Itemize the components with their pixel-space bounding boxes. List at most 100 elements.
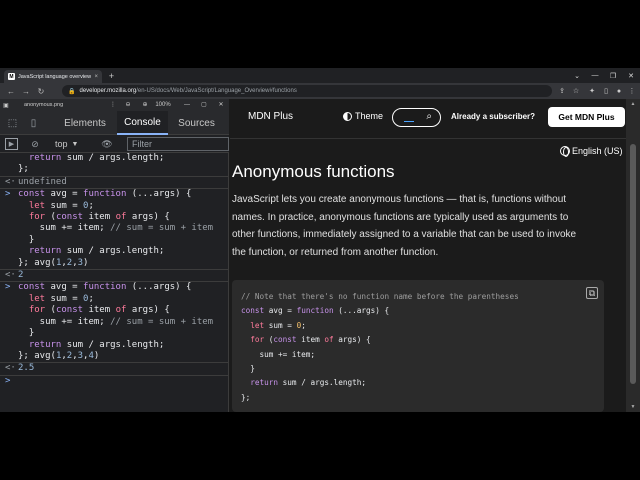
console-text: } (18, 234, 35, 245)
prompt-arrow-icon: > (5, 282, 11, 293)
inspect-element-icon[interactable]: ⬚ (6, 117, 19, 130)
console-line: }; (0, 164, 229, 175)
browser-tab[interactable]: M JavaScript language overview - J × (4, 70, 102, 83)
devtools-maximize-button[interactable]: ▢ (197, 99, 211, 111)
console-text: }; avg(1,2,3,4) (18, 350, 100, 361)
console-text: let sum = 0; (28, 293, 94, 304)
scrollbar-thumb[interactable] (630, 144, 636, 384)
context-label: top (55, 139, 68, 149)
code-line: sum += item; (241, 349, 316, 359)
console-line: } (0, 235, 229, 246)
console-prompt[interactable]: > (0, 374, 229, 386)
result-arrow-icon: <· (5, 176, 16, 187)
bookmark-star-icon[interactable]: ☆ (570, 85, 582, 97)
console-filter-input[interactable] (127, 137, 229, 151)
console-text: }; (18, 164, 29, 175)
zoom-out-icon[interactable]: ⊖ (121, 99, 135, 111)
context-selector[interactable]: top ▼ (55, 138, 92, 150)
dropdown-arrow-icon: ▼ (71, 140, 79, 148)
console-text: return sum / args.length; (28, 246, 165, 257)
console-text: sum += item; // sum = sum + item (18, 316, 214, 327)
search-icon: ⌕ (426, 111, 432, 122)
console-result: <· 2.5 (0, 362, 229, 374)
console-text: for (const item of args) { (28, 212, 170, 223)
tab-title: JavaScript language overview - J (18, 73, 92, 80)
console-result: <· 2 (0, 269, 229, 281)
console-line: > const avg = function (...args) { (0, 188, 229, 200)
console-text: sum += item; // sum = sum + item (18, 223, 214, 234)
code-line: const avg = function (...args) { (241, 306, 390, 316)
console-line: }; avg(1,2,3,4) (0, 351, 229, 362)
console-line: for (const item of args) { (0, 212, 229, 223)
mdn-page: MDN Plus Theme ⌕ Already a subscriber? G… (230, 99, 626, 412)
minimize-button[interactable]: — (586, 68, 604, 83)
console-line: } (0, 328, 229, 339)
console-text: return sum / args.length; (28, 153, 165, 163)
tab-sources[interactable]: Sources (168, 111, 225, 135)
browser-menu-icon[interactable]: ⋮ (626, 85, 638, 97)
code-line: }; (241, 392, 251, 402)
more-options-icon[interactable]: ⋮ (106, 99, 120, 111)
result-arrow-icon: <· (5, 363, 16, 374)
console-output[interactable]: return sum / args.length;}; <· undefined > c… (0, 153, 229, 412)
sidebar-icon[interactable]: ▯ (600, 85, 612, 97)
mdn-plus-link[interactable]: MDN Plus (248, 111, 293, 122)
mdn-header: MDN Plus Theme ⌕ Already a subscriber? G… (230, 99, 626, 139)
code-line: return sum / args.length; (250, 378, 366, 388)
tab-close-icon[interactable]: × (94, 74, 98, 80)
profile-icon[interactable]: ● (613, 85, 625, 97)
zoom-in-icon[interactable]: ⊕ (138, 99, 152, 111)
console-line: return sum / args.length; (0, 246, 229, 257)
url-path: /en-US/docs/Web/JavaScript/Language_Over… (136, 88, 297, 94)
tab-elements[interactable]: Elements (53, 111, 117, 135)
theme-switcher[interactable]: Theme (343, 111, 383, 121)
browser-window: M JavaScript language overview - J × + ⌄… (0, 68, 640, 412)
console-text: 2 (18, 270, 24, 281)
console-result: <· undefined (0, 175, 229, 188)
page-scrollbar[interactable]: ▲ ▼ (626, 99, 640, 412)
scroll-up-icon[interactable]: ▲ (626, 99, 640, 109)
device-toolbar-icon[interactable]: ▯ (27, 117, 40, 130)
devtools-tabbar: ⬚ ▯ Elements Console Sources (0, 111, 229, 135)
restore-button[interactable]: ❐ (604, 68, 622, 83)
console-text: 2.5 (18, 363, 35, 374)
tab-search-icon[interactable]: ⌄ (568, 68, 586, 83)
console-line: > const avg = function (...args) { (0, 281, 229, 293)
forward-button[interactable]: → (20, 85, 32, 97)
devtools-panel: ▣ anonymous.png ⋮ ⊖ ⊕ 100% — ▢ ✕ ⬚ ▯ Ele… (0, 99, 229, 412)
sidebar-toggle-icon[interactable]: ▶ (5, 138, 18, 150)
new-tab-button[interactable]: + (106, 70, 117, 81)
back-button[interactable]: ← (5, 85, 17, 97)
console-line: for (const item of args) { (0, 305, 229, 316)
subscriber-login-link[interactable]: Already a subscriber? (451, 112, 535, 121)
copy-icon[interactable]: ⧉ (586, 287, 598, 299)
scroll-down-icon[interactable]: ▼ (626, 402, 640, 412)
eye-icon[interactable]: 👁 (99, 138, 115, 150)
console-text: undefined (18, 176, 67, 187)
result-arrow-icon: <· (5, 270, 16, 281)
tab-strip: M JavaScript language overview - J × + ⌄… (0, 68, 640, 83)
address-bar[interactable]: 🔒 developer.mozilla.org/en-US/docs/Web/J… (62, 85, 552, 97)
theme-icon (343, 111, 352, 121)
search-input[interactable]: ⌕ (392, 108, 441, 127)
lock-icon: 🔒 (68, 88, 76, 95)
language-label: English (US) (572, 146, 623, 156)
share-icon[interactable]: ⇪ (556, 85, 568, 97)
mdn-favicon-icon: M (8, 73, 15, 80)
close-window-button[interactable]: ✕ (622, 68, 640, 83)
code-line: // Note that there's no function name be… (241, 292, 519, 301)
prompt-arrow-icon: > (5, 375, 11, 386)
tab-console[interactable]: Console (117, 111, 168, 135)
console-text: } (18, 328, 35, 339)
console-toolbar: ▶ ⊘ top ▼ 👁 (0, 135, 229, 153)
console-line: }; avg(1,2,3) (0, 258, 229, 269)
console-text: const avg = function (...args) { (18, 189, 192, 200)
clear-console-icon[interactable]: ⊘ (29, 138, 41, 150)
get-mdn-plus-button[interactable]: Get MDN Plus (548, 107, 625, 127)
extensions-icon[interactable]: ✦ (586, 85, 598, 97)
devtools-minimize-button[interactable]: — (180, 99, 194, 111)
section-paragraph: JavaScript lets you create anonymous fun… (232, 194, 577, 258)
devtools-close-button[interactable]: ✕ (214, 99, 228, 111)
reload-button[interactable]: ↻ (35, 85, 47, 97)
language-selector[interactable]: English (US) (560, 146, 623, 157)
